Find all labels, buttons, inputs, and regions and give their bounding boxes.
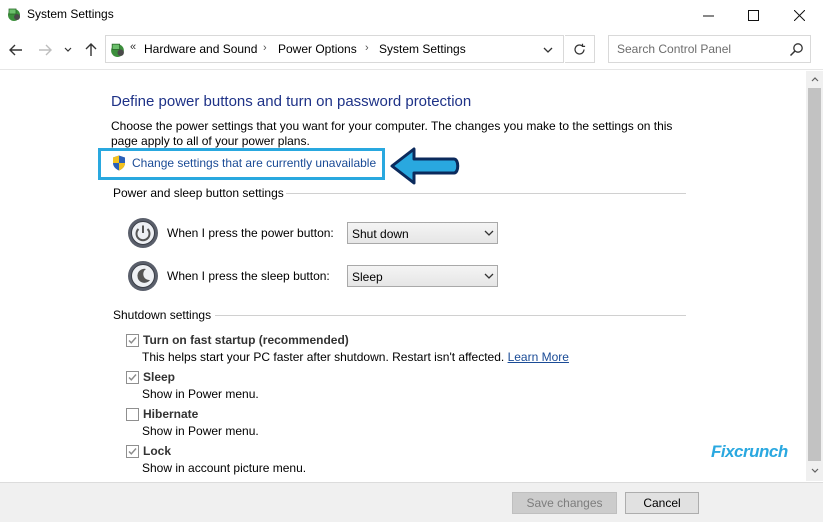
refresh-button[interactable] (565, 35, 595, 63)
forward-button[interactable] (35, 40, 55, 60)
chevron-down-icon (543, 47, 553, 53)
sleep-desc: Show in Power menu. (142, 387, 259, 401)
fast-startup-checkbox[interactable] (126, 334, 139, 347)
control-panel-icon (8, 8, 20, 21)
watermark-logo: Fixcrunch (711, 442, 788, 461)
minimize-icon (702, 15, 714, 16)
breadcrumb-power-options[interactable]: Power Options (278, 42, 357, 56)
scroll-down-button[interactable] (806, 462, 823, 479)
footer-bar (0, 482, 823, 522)
arrow-up-icon (85, 43, 97, 56)
hibernate-label[interactable]: Hibernate (143, 407, 198, 421)
section-divider (215, 315, 686, 316)
arrow-left-icon (9, 44, 22, 56)
learn-more-link[interactable]: Learn More (508, 350, 569, 364)
power-button-select[interactable]: Shut down (347, 222, 498, 244)
maximize-button[interactable] (730, 0, 776, 30)
scroll-thumb[interactable] (808, 88, 821, 461)
sleep-button-select[interactable]: Sleep (347, 265, 498, 287)
power-section-title: Power and sleep button settings (113, 186, 284, 200)
fast-startup-desc: This helps start your PC faster after sh… (142, 350, 569, 364)
close-icon (793, 9, 805, 21)
change-settings-link[interactable]: Change settings that are currently unava… (132, 156, 376, 170)
cancel-button[interactable]: Cancel (625, 492, 699, 514)
sleep-label[interactable]: Sleep (143, 370, 175, 384)
fast-startup-desc-text: This helps start your PC faster after sh… (142, 350, 505, 364)
arrow-right-icon (39, 44, 52, 56)
sleep-button-value: Sleep (352, 270, 383, 284)
hibernate-checkbox[interactable] (126, 408, 139, 421)
control-panel-icon (111, 43, 124, 57)
sleep-checkbox[interactable] (126, 371, 139, 384)
check-icon (128, 374, 137, 381)
power-button-icon (128, 218, 158, 248)
chevron-down-icon (484, 273, 494, 279)
scroll-up-button[interactable] (806, 71, 823, 88)
address-overflow-chevron[interactable]: « (130, 41, 136, 53)
check-icon (128, 337, 137, 344)
breadcrumb-separator-icon[interactable]: › (365, 42, 369, 54)
search-icon[interactable] (789, 42, 804, 57)
breadcrumb-system-settings[interactable]: System Settings (379, 42, 466, 56)
pointer-arrow-icon (390, 147, 460, 185)
search-placeholder[interactable]: Search Control Panel (617, 42, 731, 56)
lock-label[interactable]: Lock (143, 444, 171, 458)
power-button-value: Shut down (352, 227, 409, 241)
power-button-label: When I press the power button: (167, 226, 334, 240)
lock-desc: Show in account picture menu. (142, 461, 307, 475)
section-divider (286, 193, 686, 194)
check-icon (128, 448, 137, 455)
minimize-button[interactable] (685, 0, 731, 30)
sleep-button-label: When I press the sleep button: (167, 269, 330, 283)
maximize-icon (747, 9, 759, 21)
sleep-button-icon (128, 261, 158, 291)
hibernate-desc: Show in Power menu. (142, 424, 259, 438)
lock-checkbox[interactable] (126, 445, 139, 458)
breadcrumb-separator-icon[interactable]: › (263, 42, 267, 54)
chevron-up-icon (811, 77, 818, 82)
fast-startup-label[interactable]: Turn on fast startup (recommended) (143, 333, 349, 347)
address-bar[interactable]: « Hardware and Sound › Power Options › S… (105, 35, 564, 63)
search-box[interactable]: Search Control Panel (608, 35, 811, 63)
window-title: System Settings (27, 7, 114, 21)
page-title: Define power buttons and turn on passwor… (111, 93, 472, 110)
close-button[interactable] (776, 0, 822, 30)
breadcrumb-hardware-and-sound[interactable]: Hardware and Sound (144, 42, 257, 56)
uac-shield-icon (113, 155, 125, 171)
shutdown-section-title: Shutdown settings (113, 308, 212, 322)
refresh-icon (574, 43, 586, 55)
address-dropdown-button[interactable] (538, 41, 558, 59)
back-button[interactable] (6, 40, 26, 60)
up-button[interactable] (81, 40, 101, 60)
chevron-down-icon (484, 230, 494, 236)
save-changes-button[interactable]: Save changes (512, 492, 617, 514)
chevron-down-icon (811, 468, 818, 473)
chevron-down-icon (64, 47, 72, 52)
recent-locations-button[interactable] (61, 40, 75, 60)
